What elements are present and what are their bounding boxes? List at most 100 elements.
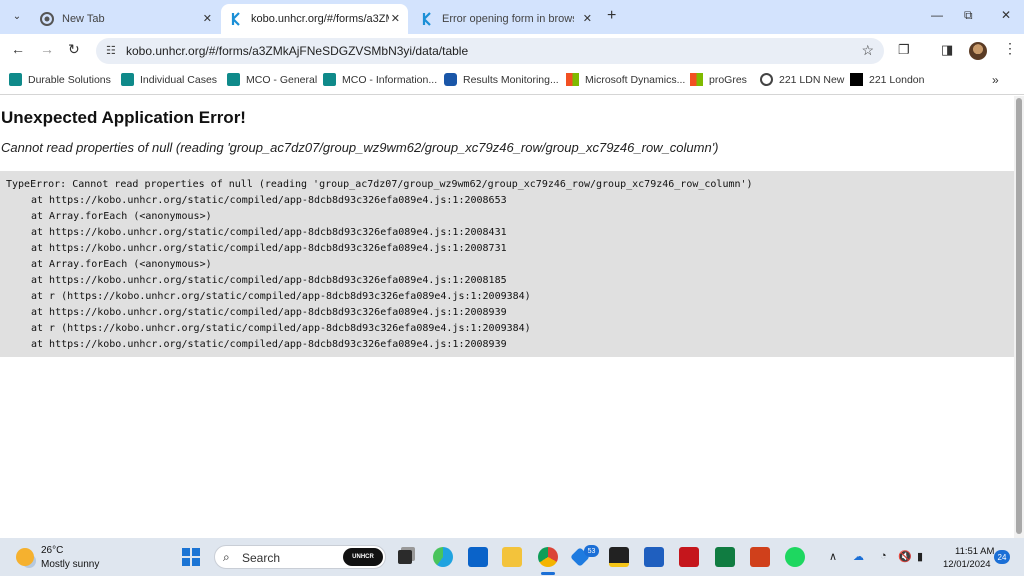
- word-icon[interactable]: [644, 547, 664, 567]
- stack-line: at https://kobo.unhcr.org/static/compile…: [31, 195, 507, 206]
- notification-count-badge[interactable]: 24: [994, 550, 1010, 564]
- onedrive-cloud-icon[interactable]: ☁: [853, 550, 864, 563]
- tab-error-opening-form[interactable]: Error opening form in browser ✕: [410, 4, 600, 34]
- site-info-icon[interactable]: ☷: [106, 44, 116, 57]
- tab-new-tab[interactable]: New Tab ✕: [30, 4, 220, 34]
- stack-line: at https://kobo.unhcr.org/static/compile…: [31, 275, 507, 286]
- clock-time[interactable]: 11:51 AM: [955, 546, 994, 557]
- bookmark-mco-general[interactable]: MCO - General: [227, 73, 317, 86]
- kobo-icon: [229, 12, 243, 26]
- side-panel-icon[interactable]: ◨: [941, 42, 953, 58]
- bookmark-label: Results Monitoring...: [463, 73, 559, 86]
- powerpoint-icon[interactable]: [750, 547, 770, 567]
- battery-icon[interactable]: ▮: [917, 550, 923, 563]
- bookmark-label: Individual Cases: [140, 73, 218, 86]
- close-tab-icon[interactable]: ✕: [391, 12, 400, 25]
- more-bookmarks-icon[interactable]: »: [992, 73, 999, 87]
- outlook-icon[interactable]: [468, 547, 488, 567]
- black-square-icon: [850, 73, 863, 86]
- extensions-icon[interactable]: ❐: [898, 42, 910, 58]
- spotify-icon[interactable]: [785, 547, 805, 567]
- chrome-icon: [40, 12, 54, 26]
- sticky-notes-icon[interactable]: [609, 547, 629, 567]
- windows-taskbar: 26°C Mostly sunny ⌕ Search UNHCR ∧ ☁ ◔ 🔇…: [0, 538, 1024, 576]
- back-arrow-icon[interactable]: ←: [11, 41, 25, 57]
- bookmark-mco-information[interactable]: MCO - Information...: [323, 73, 437, 86]
- url-text[interactable]: kobo.unhcr.org/#/forms/a3ZMkAjFNeSDGZVSM…: [126, 44, 468, 58]
- edge-icon[interactable]: [433, 547, 453, 567]
- todo-badge: 53: [584, 545, 599, 557]
- weather-sun-icon[interactable]: [16, 548, 34, 566]
- dynamics-icon: [121, 73, 134, 86]
- volume-muted-icon[interactable]: 🔇: [898, 550, 912, 563]
- address-bar[interactable]: ☷ kobo.unhcr.org/#/forms/a3ZMkAjFNeSDGZV…: [96, 38, 884, 64]
- wifi-icon[interactable]: ◔: [880, 550, 887, 562]
- menu-dots-icon[interactable]: ⋮: [1003, 40, 1017, 57]
- tab-title: New Tab: [62, 13, 105, 25]
- show-hidden-icons-chevron-icon[interactable]: ∧: [829, 550, 837, 563]
- excel-icon[interactable]: [715, 547, 735, 567]
- profile-avatar[interactable]: [969, 42, 987, 60]
- stack-line: at https://kobo.unhcr.org/static/compile…: [31, 243, 507, 254]
- windows-start-icon[interactable]: [182, 548, 200, 566]
- weather-temperature[interactable]: 26°C: [41, 545, 63, 556]
- bookmark-label: 221 LDN New: [779, 73, 845, 86]
- bookmark-microsoft-dynamics[interactable]: Microsoft Dynamics...: [566, 73, 685, 86]
- close-tab-icon[interactable]: ✕: [583, 12, 592, 25]
- tab-search-button[interactable]: ⌄: [8, 7, 26, 25]
- bookmark-label: proGres: [709, 73, 747, 86]
- stack-line: at https://kobo.unhcr.org/static/compile…: [31, 339, 507, 350]
- stack-line: at r (https://kobo.unhcr.org/static/comp…: [31, 323, 531, 334]
- stack-line: at Array.forEach (<anonymous>): [31, 211, 212, 222]
- bookmarks-bar: Durable Solutions Individual Cases MCO -…: [0, 67, 1024, 95]
- bookmark-individual-cases[interactable]: Individual Cases: [121, 73, 217, 86]
- forward-arrow-icon[interactable]: →: [40, 41, 54, 57]
- bookmark-221-london[interactable]: 221 London: [850, 73, 924, 86]
- page-content: Unexpected Application Error! Cannot rea…: [0, 96, 1014, 538]
- error-title: Unexpected Application Error!: [1, 108, 246, 127]
- new-tab-plus-icon[interactable]: +: [607, 7, 616, 25]
- active-app-indicator: [541, 572, 555, 575]
- search-icon: ⌕: [223, 550, 230, 564]
- stack-line: at https://kobo.unhcr.org/static/compile…: [31, 227, 507, 238]
- scrollbar-thumb[interactable]: [1016, 98, 1022, 534]
- bookmark-label: Durable Solutions: [28, 73, 111, 86]
- search-label: Search: [242, 551, 281, 565]
- close-window-icon[interactable]: ✕: [1001, 8, 1011, 22]
- tab-kobo-form[interactable]: kobo.unhcr.org/#/forms/a3ZM ✕: [221, 4, 408, 34]
- error-message: Cannot read properties of null (reading …: [1, 140, 719, 155]
- dynamics-icon: [227, 73, 240, 86]
- chrome-icon[interactable]: [538, 547, 558, 567]
- restore-icon[interactable]: ⧉: [964, 8, 973, 23]
- reload-icon[interactable]: ↻: [68, 41, 80, 58]
- task-view-icon[interactable]: [398, 550, 412, 564]
- taskbar-search[interactable]: ⌕ Search UNHCR: [214, 545, 386, 569]
- bookmark-star-icon[interactable]: ☆: [861, 42, 874, 59]
- tab-title: Error opening form in browser: [442, 13, 574, 25]
- stack-line: at Array.forEach (<anonymous>): [31, 259, 212, 270]
- acrobat-icon[interactable]: [679, 547, 699, 567]
- bookmark-label: MCO - Information...: [342, 73, 438, 86]
- kobo-icon: [420, 12, 434, 26]
- microsoft-icon: [566, 73, 579, 86]
- bookmark-progres[interactable]: proGres: [690, 73, 747, 86]
- bookmark-results-monitoring[interactable]: Results Monitoring...: [444, 73, 559, 86]
- file-explorer-icon[interactable]: [502, 547, 522, 567]
- weather-description[interactable]: Mostly sunny: [41, 559, 99, 570]
- minimize-icon[interactable]: —: [931, 8, 943, 22]
- dynamics-icon: [9, 73, 22, 86]
- microsoft-icon: [690, 73, 703, 86]
- dynamics-icon: [323, 73, 336, 86]
- tab-title: kobo.unhcr.org/#/forms/a3ZM: [251, 13, 389, 25]
- chevron-down-icon: ⌄: [12, 10, 22, 22]
- stack-line: at https://kobo.unhcr.org/static/compile…: [31, 307, 507, 318]
- bookmark-label: MCO - General: [246, 73, 318, 86]
- close-tab-icon[interactable]: ✕: [203, 12, 212, 25]
- bookmark-durable-solutions[interactable]: Durable Solutions: [9, 73, 111, 86]
- clock-date[interactable]: 12/01/2024: [943, 559, 991, 570]
- stack-line: TypeError: Cannot read properties of nul…: [6, 179, 753, 190]
- unhcr-icon: [444, 73, 457, 86]
- bookmark-221-ldn-new[interactable]: 221 LDN New: [760, 73, 844, 86]
- globe-icon: [760, 73, 773, 86]
- stack-line: at r (https://kobo.unhcr.org/static/comp…: [31, 291, 531, 302]
